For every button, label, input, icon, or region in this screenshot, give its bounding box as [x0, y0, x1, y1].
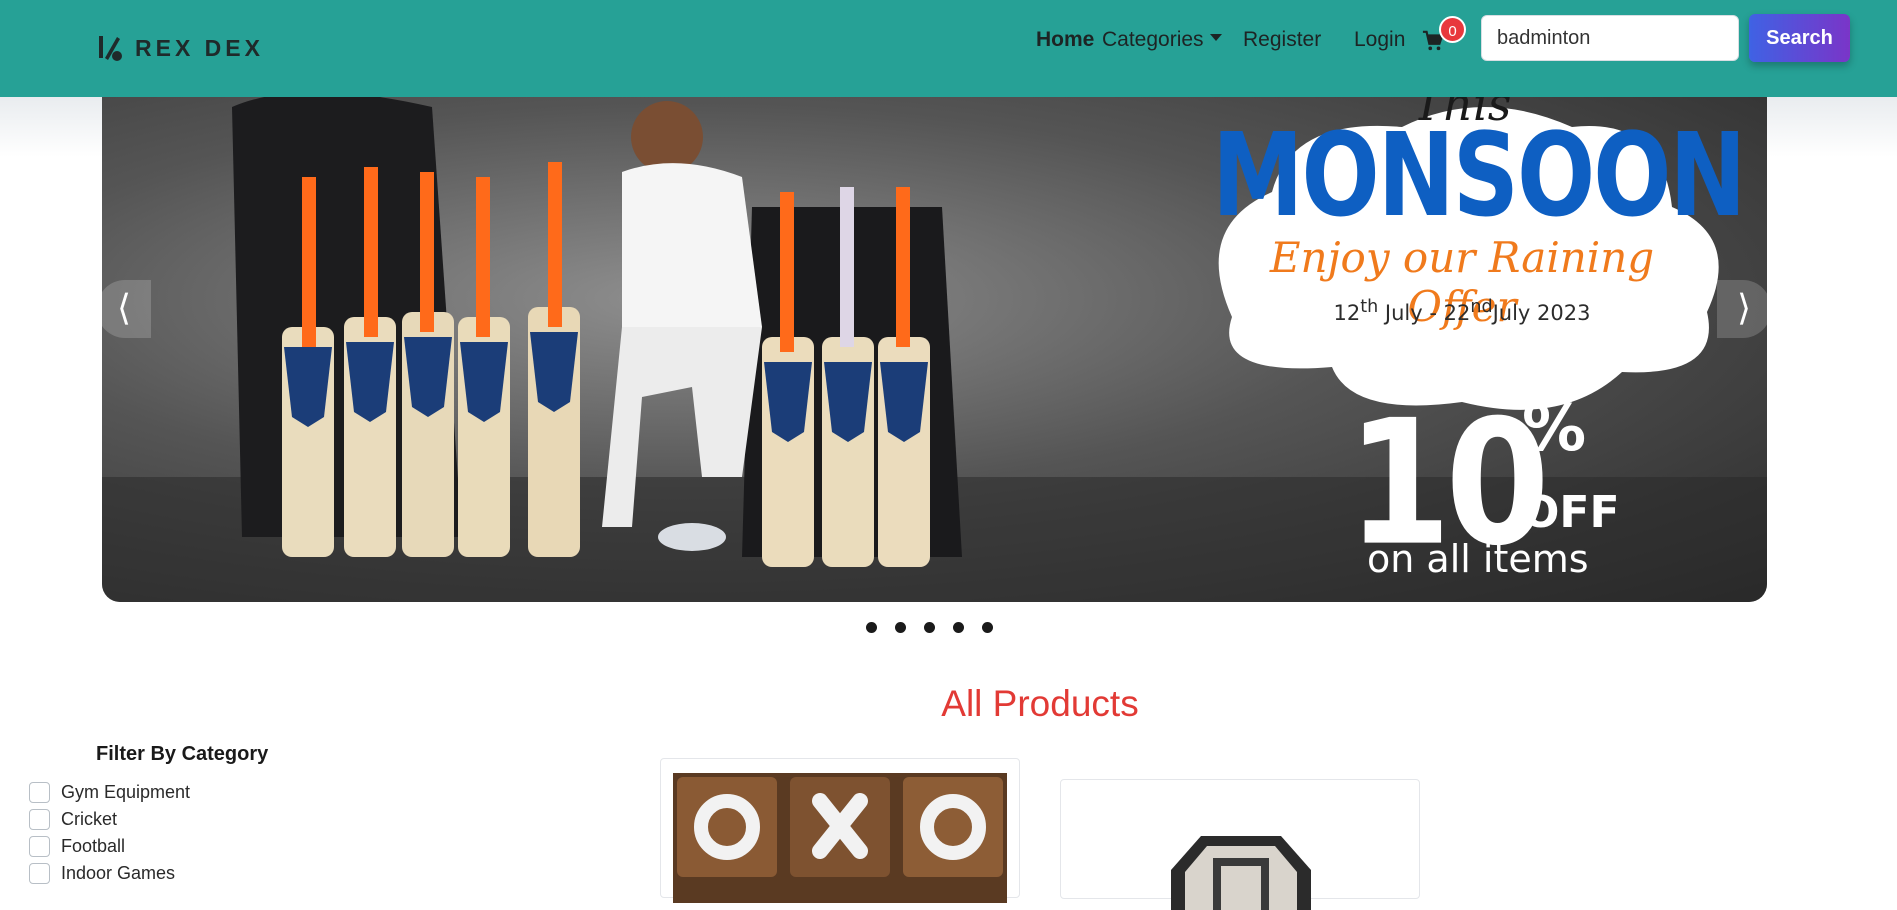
banner-headline: MONSOON: [1212, 108, 1746, 243]
banner-off-text: OFF: [1522, 487, 1620, 538]
all-products-title: All Products: [941, 683, 1139, 724]
search-button[interactable]: Search: [1749, 14, 1850, 62]
checkbox[interactable]: [29, 781, 50, 803]
nav-home-link[interactable]: Home: [1036, 26, 1094, 54]
product-card[interactable]: [660, 758, 1020, 903]
carousel-next-button[interactable]: ⟩: [1717, 280, 1771, 338]
filter-label: Indoor Games: [61, 862, 176, 883]
cricket-bat-ball-icon: [99, 36, 122, 61]
product-card[interactable]: [1060, 779, 1420, 910]
product-image-board-game: [1141, 830, 1341, 910]
brand-logo[interactable]: REX DEX: [95, 32, 264, 64]
caret-down-icon: [1209, 33, 1222, 41]
date-end-month: July 2023: [1492, 301, 1591, 325]
carousel-indicator-2[interactable]: [895, 622, 906, 633]
carousel-prev-button[interactable]: ⟨: [97, 280, 151, 338]
date-start-sup: th: [1360, 297, 1379, 317]
search-input[interactable]: [1481, 15, 1739, 61]
brand-name: REX DEX: [135, 34, 264, 61]
filter-label: Football: [61, 835, 126, 856]
carousel-indicator-5[interactable]: [982, 622, 993, 633]
date-end-day: 22: [1443, 301, 1471, 325]
chevron-right-icon: ⟩: [1736, 287, 1752, 328]
banner-subtitle: on all items: [1367, 537, 1589, 581]
checkbox[interactable]: [29, 808, 50, 830]
banner-percent-sign: %: [1522, 392, 1587, 466]
cart-button[interactable]: 0: [1422, 16, 1466, 56]
cart-count-badge: 0: [1439, 16, 1466, 43]
filter-category-cricket[interactable]: Cricket: [29, 808, 117, 830]
navbar: REX DEX Home Categories Register Login 0…: [0, 0, 1897, 97]
banner-date: 12th July - 22ndJuly 2023: [1212, 297, 1712, 325]
carousel-indicators: [866, 622, 993, 633]
carousel-indicator-3[interactable]: [924, 622, 935, 633]
filter-category-gym-equipment[interactable]: Gym Equipment: [29, 781, 190, 803]
checkbox[interactable]: [29, 862, 50, 884]
nav-login-link[interactable]: Login: [1354, 26, 1405, 54]
date-start-month: July: [1384, 301, 1423, 325]
filter-category-football[interactable]: Football: [29, 835, 125, 857]
checkbox[interactable]: [29, 835, 50, 857]
product-image-tic-tac-toe: [673, 773, 1007, 903]
date-start-day: 12: [1333, 301, 1361, 325]
filter-category-indoor-games[interactable]: Indoor Games: [29, 862, 175, 884]
nav-categories-label: Categories: [1102, 28, 1204, 51]
date-separator: -: [1429, 301, 1437, 325]
banner-carousel: This MONSOON Enjoy our Raining Offer 12t…: [102, 97, 1767, 602]
carousel-indicator-4[interactable]: [953, 622, 964, 633]
filter-label: Gym Equipment: [61, 781, 191, 802]
date-end-sup: nd: [1470, 297, 1493, 317]
chevron-left-icon: ⟨: [116, 287, 132, 328]
filter-label: Cricket: [61, 808, 118, 829]
carousel-indicator-1[interactable]: [866, 622, 877, 633]
nav-register-link[interactable]: Register: [1243, 26, 1321, 54]
filter-title: Filter By Category: [96, 743, 269, 765]
nav-categories-dropdown[interactable]: Categories: [1102, 26, 1222, 54]
